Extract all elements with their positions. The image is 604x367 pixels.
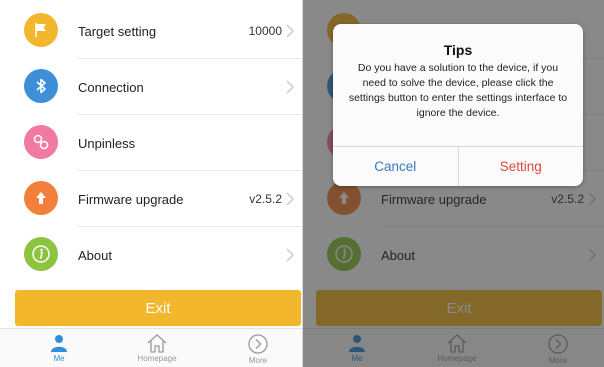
- flag-icon: [24, 13, 58, 47]
- settings-screen-with-dialog: Firmware upgrade v2.5.2 About Exit Me Ho…: [302, 0, 604, 367]
- home-icon: [147, 334, 167, 353]
- tab-more[interactable]: More: [228, 333, 288, 365]
- bluetooth-icon: [24, 69, 58, 103]
- dialog-buttons: Cancel Setting: [333, 146, 583, 186]
- settings-screen: Target setting 10000 Connection Unpinles…: [0, 0, 302, 367]
- cancel-button[interactable]: Cancel: [333, 147, 459, 186]
- menu-item-connection[interactable]: Connection: [0, 59, 302, 115]
- target-value: 10000: [248, 24, 282, 38]
- menu-item-firmware-upgrade[interactable]: Firmware upgrade v2.5.2: [0, 171, 302, 227]
- chevron-right-icon: [286, 80, 294, 94]
- firmware-version: v2.5.2: [249, 192, 282, 206]
- dialog-title: Tips: [443, 42, 473, 58]
- tab-label: Me: [53, 354, 65, 363]
- menu-item-label: Firmware upgrade: [78, 191, 184, 207]
- menu-item-label: About: [78, 247, 112, 263]
- chevron-circle-icon: [248, 334, 268, 354]
- setting-button[interactable]: Setting: [459, 147, 584, 186]
- menu-item-label: Target setting: [78, 23, 157, 39]
- person-icon: [51, 335, 67, 352]
- tab-homepage[interactable]: Homepage: [127, 333, 187, 363]
- tips-dialog: Tips Do you have a solution to the devic…: [333, 24, 583, 186]
- exit-button[interactable]: Exit: [15, 290, 301, 326]
- menu-item-unpinless[interactable]: Unpinless: [0, 115, 302, 171]
- link-icon: [24, 125, 58, 159]
- menu-item-label: Connection: [78, 79, 144, 95]
- upload-arrow-icon: [24, 181, 58, 215]
- tab-label: Homepage: [137, 354, 177, 363]
- dialog-message: Do you have a solution to the device, if…: [348, 62, 568, 119]
- chevron-right-icon: [286, 24, 294, 38]
- tab-label: More: [248, 356, 268, 365]
- menu-item-target-setting[interactable]: Target setting 10000: [0, 3, 302, 59]
- menu-item-label: Unpinless: [78, 135, 136, 151]
- chevron-right-icon: [286, 192, 294, 206]
- tab-bar: Me Homepage More: [0, 328, 302, 367]
- chevron-right-icon: [286, 248, 294, 262]
- menu-item-about[interactable]: About: [0, 227, 302, 283]
- info-icon: [24, 237, 58, 271]
- tab-me[interactable]: Me: [29, 333, 89, 363]
